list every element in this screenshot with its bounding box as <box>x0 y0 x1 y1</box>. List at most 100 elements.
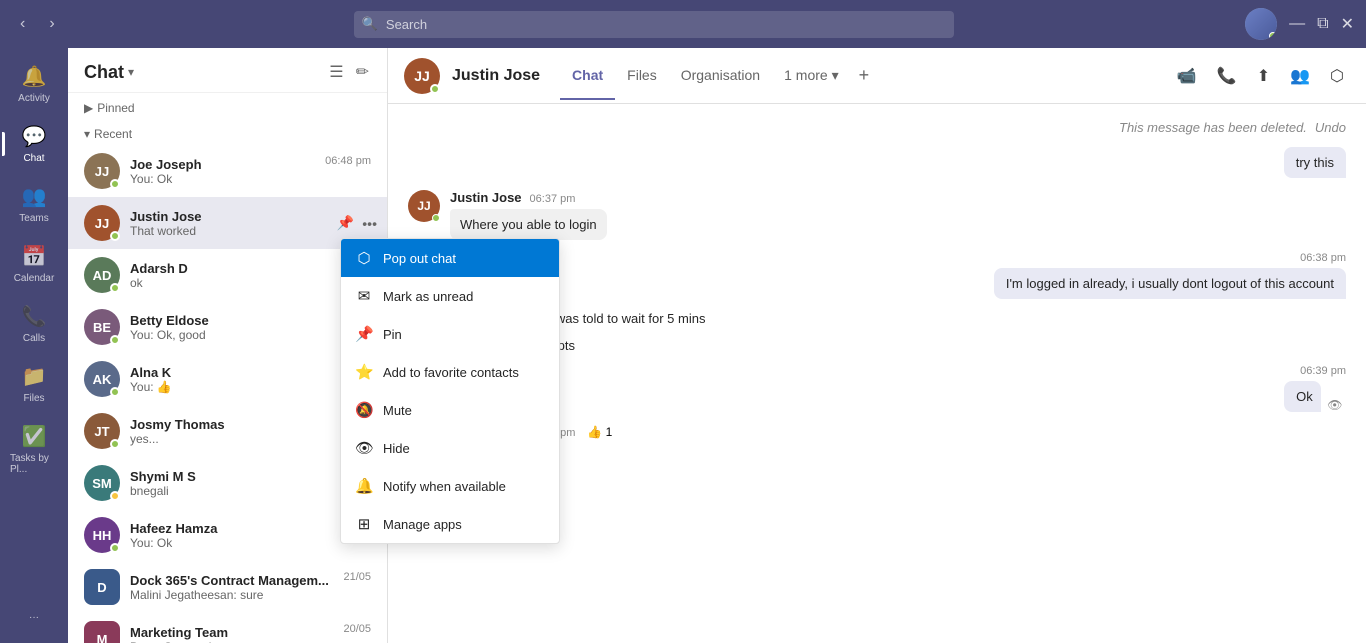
sidebar-label-activity: Activity <box>18 93 50 104</box>
calls-icon: 📞 <box>22 304 47 329</box>
chat-main-header: JJ Justin Jose Chat Files Organisation 1… <box>388 48 1366 104</box>
restore-button[interactable]: ⧉ <box>1317 15 1328 33</box>
chat-preview-alna: You: 👍 <box>130 380 346 394</box>
ok-row: Ok 👁 <box>1284 381 1346 412</box>
avatar-marketing: M <box>84 621 120 643</box>
status-dot-josmy <box>110 439 120 449</box>
audio-call-button[interactable]: 📞 <box>1211 62 1243 90</box>
sidebar-more-button[interactable]: ··· <box>6 604 62 631</box>
minimize-button[interactable]: — <box>1289 15 1305 33</box>
msg-content-justin1: Justin Jose 06:37 pm Where you able to l… <box>450 190 1346 240</box>
ctx-add-favorite-label: Add to favorite contacts <box>383 365 519 380</box>
tab-more[interactable]: 1 more ▾ <box>772 51 851 100</box>
avatar-betty: BE <box>84 309 120 345</box>
avatar-josmy: JT <box>84 413 120 449</box>
sidebar-item-calls[interactable]: 📞 Calls <box>6 296 62 352</box>
avatar-alna: AK <box>84 361 120 397</box>
chat-name-joe: Joe Joseph <box>130 157 315 172</box>
chat-item-dock[interactable]: D Dock 365's Contract Managem... Malini … <box>68 561 387 613</box>
tab-chat[interactable]: Chat <box>560 51 615 100</box>
ctx-notify[interactable]: 🔔 Notify when available <box>341 467 559 505</box>
sidebar-label-teams: Teams <box>19 213 48 224</box>
chat-time-marketing: 20/05 <box>343 623 371 635</box>
ctx-mark-unread[interactable]: ✉ Mark as unread <box>341 277 559 315</box>
close-button[interactable]: ✕ <box>1341 14 1354 34</box>
sidebar-item-files[interactable]: 📁 Files <box>6 356 62 412</box>
recent-chevron-icon: ▾ <box>84 127 90 141</box>
chat-filter-button[interactable]: ☰ <box>327 60 345 84</box>
sidebar: 🔔 Activity 💬 Chat 👥 Teams 📅 Calendar 📞 C… <box>0 48 68 643</box>
tab-more-chevron-icon: ▾ <box>832 67 839 83</box>
sidebar-item-teams[interactable]: 👥 Teams <box>6 176 62 232</box>
contact-online-dot <box>430 84 440 94</box>
chat-info-adarsh: Adarsh D ok <box>130 261 346 290</box>
user-avatar[interactable] <box>1245 8 1277 40</box>
teams-icon: 👥 <box>22 184 47 209</box>
nav-forward-button[interactable]: › <box>41 11 62 37</box>
chat-item-marketing[interactable]: M Marketing Team Betty: Sent an image 20… <box>68 613 387 643</box>
chat-pin-button[interactable]: 📌 <box>335 213 356 234</box>
ctx-pin-label: Pin <box>383 327 402 342</box>
ctx-hide[interactable]: 👁 Hide <box>341 429 559 467</box>
add-tab-button[interactable]: + <box>851 51 878 100</box>
ctx-pop-out[interactable]: ⬡ Pop out chat <box>341 239 559 277</box>
tab-files[interactable]: Files <box>615 51 669 100</box>
sidebar-item-chat[interactable]: 💬 Chat <box>6 116 62 172</box>
chat-info-betty: Betty Eldose You: Ok, good <box>130 313 346 342</box>
ctx-add-favorite[interactable]: ⭐ Add to favorite contacts <box>341 353 559 391</box>
pinned-label: Pinned <box>97 101 134 115</box>
pinned-section-label[interactable]: ▶ Pinned <box>68 93 387 119</box>
recent-section-label[interactable]: ▾ Recent <box>68 119 387 145</box>
ctx-mute[interactable]: 🔕 Mute <box>341 391 559 429</box>
chat-time-dock: 21/05 <box>343 571 371 583</box>
avatar-dock: D <box>84 569 120 605</box>
chat-title-chevron-icon[interactable]: ▾ <box>128 65 134 79</box>
calendar-icon: 📅 <box>22 244 47 269</box>
ctx-manage-apps[interactable]: ⊞ Manage apps <box>341 505 559 543</box>
msg-avatar-justin1: JJ <box>408 190 440 222</box>
pinned-chevron-icon: ▶ <box>84 101 93 115</box>
chat-info-marketing: Marketing Team Betty: Sent an image <box>130 625 333 643</box>
sidebar-item-calendar[interactable]: 📅 Calendar <box>6 236 62 292</box>
ctx-pin[interactable]: 📌 Pin <box>341 315 559 353</box>
sidebar-item-activity[interactable]: 🔔 Activity <box>6 56 62 112</box>
chat-info-dock: Dock 365's Contract Managem... Malini Je… <box>130 573 333 602</box>
chat-name-adarsh: Adarsh D <box>130 261 346 276</box>
ctx-hide-label: Hide <box>383 441 410 456</box>
top-bar: ‹ › 🔍 — ⧉ ✕ <box>0 0 1366 48</box>
nav-back-button[interactable]: ‹ <box>12 11 33 37</box>
chat-more-button[interactable]: ••• <box>360 213 379 234</box>
msg-time-right2: 06:39 pm <box>1300 365 1346 377</box>
ctx-notify-label: Notify when available <box>383 479 506 494</box>
chat-header-actions: ☰ ✏ <box>327 60 371 84</box>
chat-info-hafeez: Hafeez Hamza You: Ok <box>130 521 371 550</box>
status-dot-shymi <box>110 491 120 501</box>
message-justin-1: JJ Justin Jose 06:37 pm Where you able t… <box>408 190 1346 240</box>
sidebar-item-tasks[interactable]: ✅ Tasks by Pl... <box>6 416 62 483</box>
add-people-button[interactable]: 👥 <box>1284 62 1316 90</box>
chat-panel-title: Chat <box>84 62 124 83</box>
share-screen-button[interactable]: ⬆ <box>1251 62 1276 90</box>
chat-list-header: Chat ▾ ☰ ✏ <box>68 48 387 93</box>
video-call-button[interactable]: 📹 <box>1171 62 1203 90</box>
open-popout-button[interactable]: ⬡ <box>1324 62 1350 90</box>
chat-preview-adarsh: ok <box>130 276 346 290</box>
chat-name-dock: Dock 365's Contract Managem... <box>130 573 333 588</box>
search-input[interactable] <box>354 11 954 38</box>
new-chat-button[interactable]: ✏ <box>354 60 371 84</box>
bubble-right: try this <box>1284 147 1346 178</box>
chat-preview-hafeez: You: Ok <box>130 536 371 550</box>
chat-preview-shymi: bnegali <box>130 484 340 498</box>
favorite-icon: ⭐ <box>355 363 373 381</box>
tab-organisation[interactable]: Organisation <box>669 51 772 100</box>
chat-preview-josmy: yes... <box>130 432 340 446</box>
pin-icon: 📌 <box>355 325 373 343</box>
sidebar-label-calls: Calls <box>23 333 45 344</box>
chat-item-joe[interactable]: JJ Joe Joseph You: Ok 06:48 pm <box>68 145 387 197</box>
status-dot-justin <box>110 231 120 241</box>
undo-button[interactable]: Undo <box>1315 120 1346 135</box>
message-try-this: try this <box>408 147 1346 178</box>
status-dot-joe <box>110 179 120 189</box>
reaction-badge: 👍 1 <box>587 425 612 439</box>
chat-tabs: Chat Files Organisation 1 more ▾ + <box>560 51 877 100</box>
